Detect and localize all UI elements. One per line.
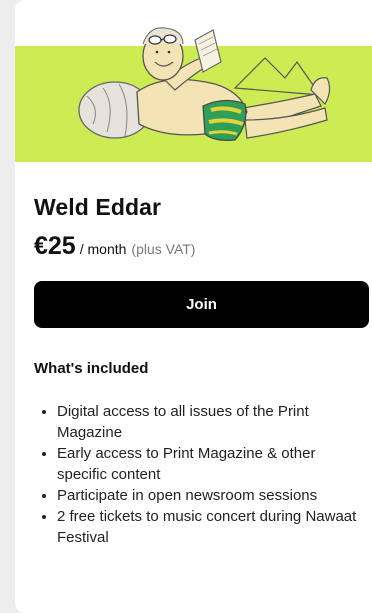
plan-card: Weld Eddar €25 / month (plus VAT) Join W… (15, 0, 372, 613)
feature-item: Early access to Print Magazine & other s… (57, 443, 368, 485)
feature-item: 2 free tickets to music concert during N… (57, 506, 368, 548)
feature-item: Digital access to all issues of the Prin… (57, 401, 368, 443)
plan-price: €25 (34, 232, 76, 260)
price-row: €25 / month (plus VAT) (34, 232, 195, 261)
plan-illustration (15, 0, 372, 162)
plan-title: Weld Eddar (34, 194, 162, 220)
included-heading: What's included (34, 360, 149, 377)
feature-list: Digital access to all issues of the Prin… (34, 401, 368, 548)
join-button[interactable]: Join (34, 281, 369, 328)
billing-period: / month (79, 241, 127, 257)
tax-note: (plus VAT) (131, 241, 196, 257)
feature-item: Participate in open newsroom sessions (57, 485, 368, 506)
